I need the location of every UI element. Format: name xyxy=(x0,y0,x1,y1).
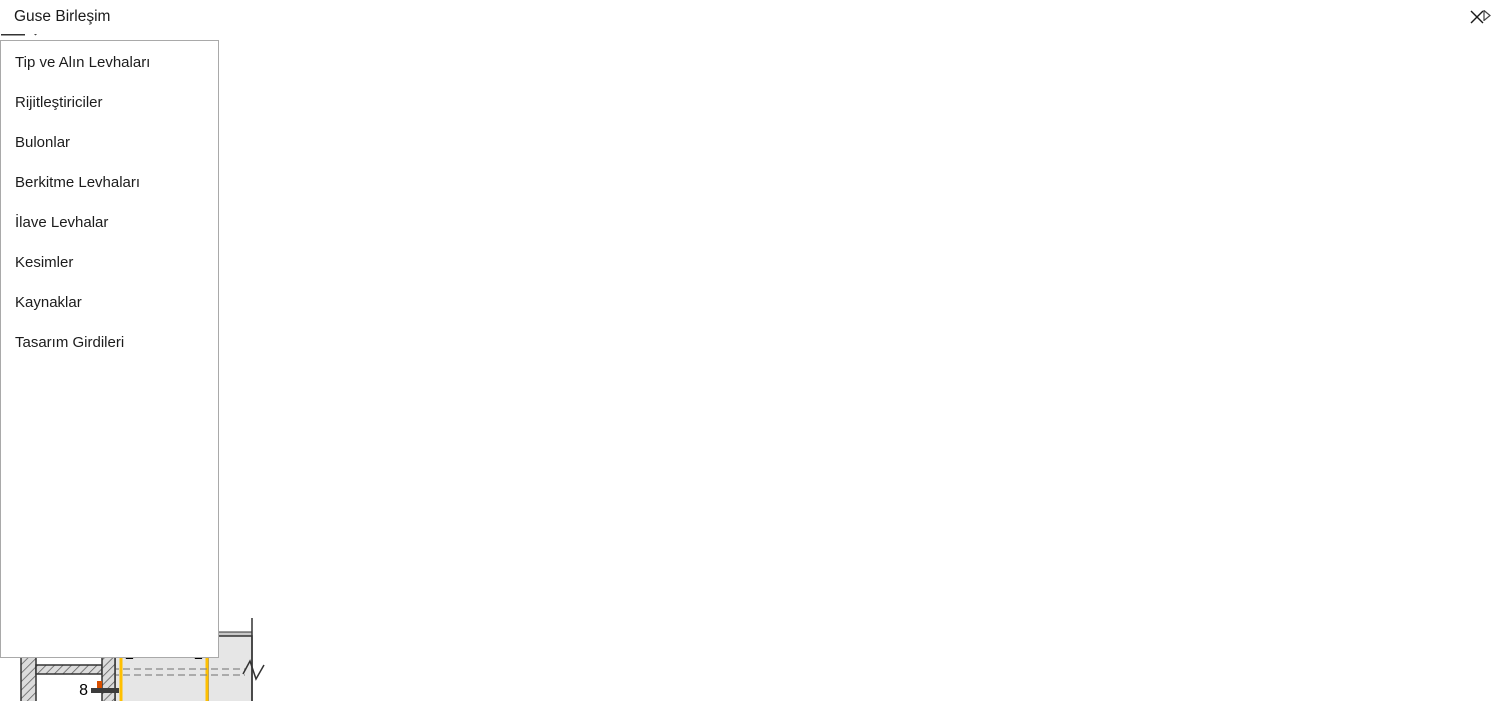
sidebar-item-tip-ve-alin-levhalari[interactable]: Tip ve Alın Levhaları xyxy=(3,46,216,80)
arrow-right-icon xyxy=(1483,10,1491,21)
window-title: Guse Birleşim xyxy=(14,8,111,25)
sidebar-item-rijitlestiriciler[interactable]: Rijitleştiriciler xyxy=(3,86,216,120)
guse-birlesim-dialog: Guse Birleşim Tip ve Alın Levhaları Riji… xyxy=(0,0,1502,701)
weld-diagram-2d: 8 8 2 2 xyxy=(0,558,1502,701)
close-icon xyxy=(1470,10,1484,24)
sidebar: Tip ve Alın Levhaları Rijitleştiriciler … xyxy=(0,40,219,658)
sidebar-item-tasarim-girdileri[interactable]: Tasarım Girdileri xyxy=(3,326,216,360)
sidebar-item-kesimler[interactable]: Kesimler xyxy=(3,246,216,280)
sidebar-item-berkitme-levhalari[interactable]: Berkitme Levhaları xyxy=(3,166,216,200)
title-bar: Guse Birleşim xyxy=(0,0,1502,34)
sidebar-item-kaynaklar[interactable]: Kaynaklar xyxy=(3,286,216,320)
weld-number-label: 8 xyxy=(79,682,88,699)
sidebar-item-ilave-levhalar[interactable]: İlave Levhalar xyxy=(3,206,216,240)
sidebar-item-bulonlar[interactable]: Bulonlar xyxy=(3,126,216,160)
weld-throat-symbol-image: w a xyxy=(0,444,1502,558)
close-button[interactable] xyxy=(1452,0,1502,34)
